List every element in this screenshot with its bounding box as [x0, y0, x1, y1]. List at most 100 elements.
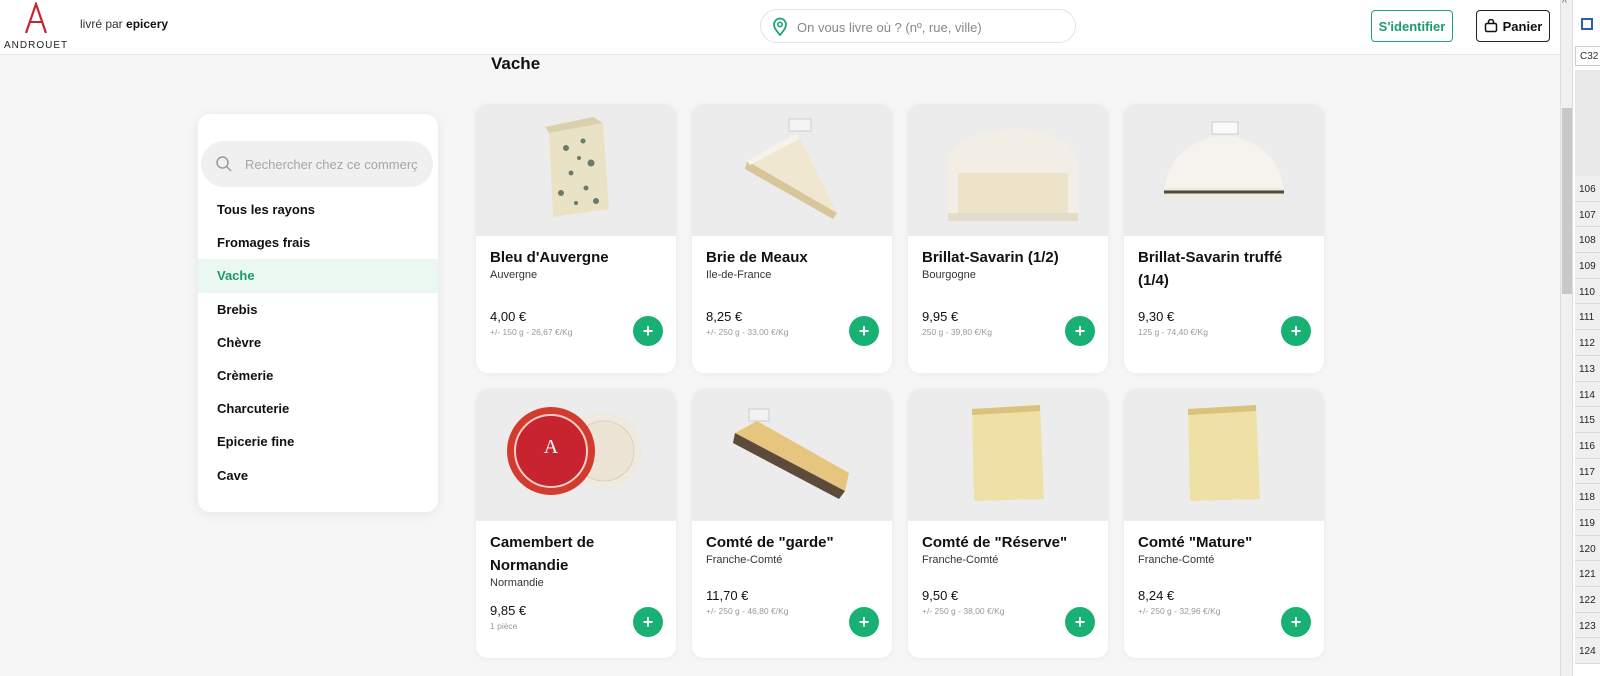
plus-icon: +: [642, 320, 654, 341]
add-to-cart-button[interactable]: +: [1065, 607, 1095, 637]
row-number[interactable]: 122: [1575, 587, 1600, 613]
plus-icon: +: [642, 611, 654, 632]
save-icon[interactable]: [1581, 18, 1593, 30]
product-weight-info: +/- 250 g - 32,96 €/Kg: [1138, 606, 1221, 616]
category-item[interactable]: Cave: [198, 459, 438, 492]
row-number[interactable]: 124: [1575, 638, 1600, 665]
category-item[interactable]: Brebis: [198, 293, 438, 326]
add-to-cart-button[interactable]: +: [1281, 607, 1311, 637]
login-button[interactable]: S'identifier: [1371, 10, 1453, 42]
product-card[interactable]: Brillat-Savarin truffé (1/4) 9,30 € 125 g …: [1124, 104, 1324, 373]
category-item[interactable]: Fromages frais: [198, 226, 438, 259]
location-pin-icon: [773, 17, 787, 37]
row-number[interactable]: 113: [1575, 355, 1600, 382]
product-price: 8,24 €: [1138, 588, 1175, 603]
product-weight-info: 250 g - 39,80 €/Kg: [922, 327, 992, 337]
section-title: Vache: [491, 54, 541, 73]
product-card[interactable]: Bleu d'Auvergne Auvergne 4,00 € +/- 150 g -…: [476, 104, 676, 373]
shop-search[interactable]: [201, 141, 433, 187]
product-card[interactable]: A Camembert de Normandie Normandie 9,85 € 1 …: [476, 389, 676, 658]
add-to-cart-button[interactable]: +: [849, 607, 879, 637]
row-number[interactable]: 117: [1575, 458, 1600, 485]
scrollbar-thumb[interactable]: [1562, 108, 1572, 294]
plus-icon: +: [1290, 611, 1302, 632]
plus-icon: +: [1074, 320, 1086, 341]
row-number[interactable]: 108: [1575, 227, 1600, 254]
row-numbers: 106 107 108 109 110 111 112 113 114 115 116 117 118 1…: [1575, 176, 1600, 665]
product-name[interactable]: Bleu d'Auvergne: [490, 246, 666, 269]
product-image[interactable]: [476, 104, 676, 236]
category-item[interactable]: Vache: [198, 259, 438, 293]
category-item[interactable]: Charcuterie: [198, 392, 438, 425]
product-name[interactable]: Brie de Meaux: [706, 246, 882, 269]
product-image[interactable]: [1124, 104, 1324, 236]
product-card[interactable]: Brie de Meaux Ile-de-France 8,25 € +/- 250 …: [692, 104, 892, 373]
product-card[interactable]: Comté de "Réserve" Franche-Comté 9,50 € +/-…: [908, 389, 1108, 658]
product-card[interactable]: Brillat-Savarin (1/2) Bourgogne 9,95 € 250 …: [908, 104, 1108, 373]
brie-wedge-icon: [737, 113, 847, 228]
product-name[interactable]: Camembert de Normandie: [490, 531, 666, 577]
category-item[interactable]: Tous les rayons: [198, 193, 438, 226]
category-item[interactable]: Epicerie fine: [198, 425, 438, 458]
category-item[interactable]: Chèvre: [198, 326, 438, 359]
logo-text: ANDROUET: [4, 40, 69, 51]
cart-button[interactable]: Panier: [1476, 10, 1550, 42]
product-image[interactable]: [908, 389, 1108, 521]
shop-search-input[interactable]: [245, 155, 429, 173]
row-number[interactable]: 114: [1575, 381, 1600, 408]
row-number[interactable]: 106: [1575, 176, 1600, 202]
add-to-cart-button[interactable]: +: [633, 316, 663, 346]
product-price: 9,85 €: [490, 603, 527, 618]
product-image[interactable]: A: [476, 389, 676, 521]
basket-icon: [1484, 19, 1497, 33]
product-name[interactable]: Comté de "Réserve": [922, 531, 1098, 554]
add-to-cart-button[interactable]: +: [1281, 316, 1311, 346]
product-weight-info: 125 g - 74,40 €/Kg: [1138, 327, 1208, 337]
androuet-logo[interactable]: ANDROUET: [4, 2, 69, 51]
product-card[interactable]: Comté "Mature" Franche-Comté 8,24 € +/- 250…: [1124, 389, 1324, 658]
row-number[interactable]: 110: [1575, 278, 1600, 305]
comte-block-icon: [1184, 403, 1264, 508]
product-origin: Auvergne: [490, 269, 538, 281]
category-item[interactable]: Crèmerie: [198, 359, 438, 392]
row-number[interactable]: 111: [1575, 304, 1600, 331]
product-image[interactable]: [1124, 389, 1324, 521]
add-to-cart-button[interactable]: +: [849, 316, 879, 346]
address-search[interactable]: [760, 9, 1076, 43]
product-weight-info: +/- 250 g - 46,80 €/Kg: [706, 606, 789, 616]
product-name[interactable]: Brillat-Savarin truffé (1/4): [1138, 246, 1314, 292]
add-to-cart-button[interactable]: +: [633, 607, 663, 637]
row-number[interactable]: 118: [1575, 484, 1600, 510]
logo-a-icon: [24, 2, 48, 34]
row-number[interactable]: 123: [1575, 612, 1600, 639]
product-name[interactable]: Brillat-Savarin (1/2): [922, 246, 1098, 269]
spreadsheet-window-edge: ^ C32 106 107 108 109 110 111 112 113 114 115 116 1…: [1560, 0, 1600, 676]
row-number[interactable]: 112: [1575, 330, 1600, 356]
cell-reference-box[interactable]: C32: [1575, 46, 1600, 66]
blue-cheese-icon: [531, 113, 621, 228]
row-number[interactable]: 107: [1575, 201, 1600, 228]
row-number[interactable]: 115: [1575, 407, 1600, 433]
product-image[interactable]: [692, 389, 892, 521]
sheet-header-area: [1575, 70, 1600, 176]
product-image[interactable]: [908, 104, 1108, 236]
scroll-up-arrow-icon[interactable]: ^: [1562, 0, 1567, 9]
product-name[interactable]: Comté de "garde": [706, 531, 882, 554]
product-price: 9,50 €: [922, 588, 959, 603]
comte-wedge-icon: [727, 403, 857, 508]
product-price: 4,00 €: [490, 309, 527, 324]
epicery-brand: epicery: [126, 17, 169, 31]
row-number[interactable]: 119: [1575, 509, 1600, 536]
row-number[interactable]: 116: [1575, 432, 1600, 459]
row-number[interactable]: 109: [1575, 253, 1600, 279]
add-to-cart-button[interactable]: +: [1065, 316, 1095, 346]
comte-block-icon: [968, 403, 1048, 508]
product-weight-info: +/- 250 g - 38,00 €/Kg: [922, 606, 1005, 616]
product-image[interactable]: [692, 104, 892, 236]
address-input[interactable]: [797, 17, 1067, 37]
product-name[interactable]: Comté "Mature": [1138, 531, 1314, 554]
row-number[interactable]: 120: [1575, 535, 1600, 562]
row-number[interactable]: 121: [1575, 561, 1600, 587]
vertical-scrollbar[interactable]: ^: [1561, 0, 1573, 676]
product-card[interactable]: Comté de "garde" Franche-Comté 11,70 € +/- …: [692, 389, 892, 658]
